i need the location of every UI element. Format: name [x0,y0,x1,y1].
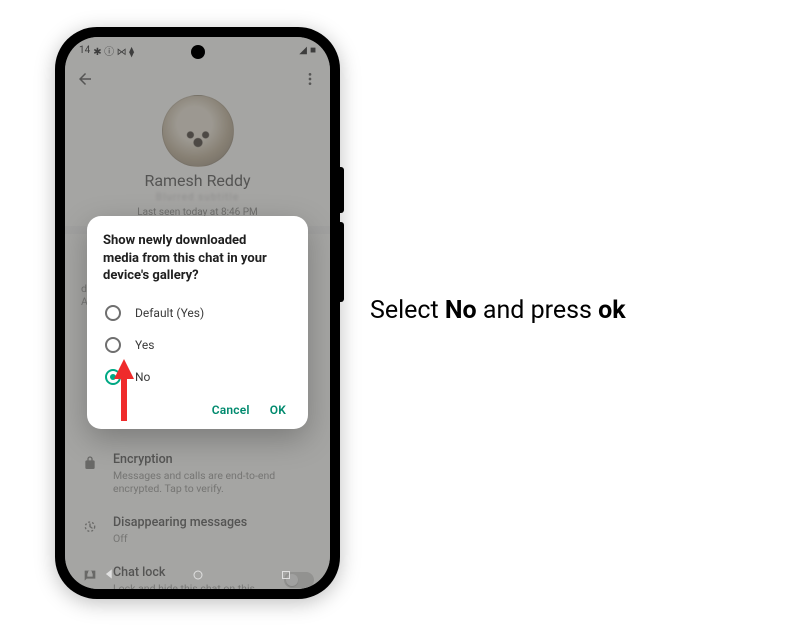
radio-option-no[interactable]: No [103,361,292,393]
more-vert-icon [302,71,318,87]
timer-icon [81,517,99,535]
status-notif-icons: ✱ ⓘ ⋈ ⧫ [93,43,134,58]
encryption-row[interactable]: Encryption Messages and calls are end-to… [81,442,314,505]
front-camera-icon [191,45,205,59]
radio-label: Default (Yes) [135,306,204,320]
dialog-title: Show newly downloaded media from this ch… [103,232,292,285]
media-visibility-dialog: Show newly downloaded media from this ch… [87,216,308,429]
disappearing-desc: Off [113,532,314,545]
ok-button[interactable]: OK [270,403,286,417]
radio-label: Yes [135,338,154,352]
contact-subtitle: Blurred subtitle [65,192,330,203]
instruction-bold: No [445,296,477,325]
battery-icon: ■ [310,45,316,56]
lock-icon [81,454,99,472]
status-time: 14 [79,45,90,56]
radio-label: No [135,370,150,384]
radio-icon [105,305,121,321]
contact-name: Ramesh Reddy [65,171,330,190]
back-button[interactable] [75,69,95,89]
back-icon [76,70,94,88]
instruction-bold: ok [598,296,625,325]
nav-recent-icon[interactable] [280,566,292,585]
instruction-part: Select [370,296,445,325]
disappearing-title: Disappearing messages [113,515,314,530]
phone-screen: 14 ✱ ⓘ ⋈ ⧫ ◢ ■ Ramesh Reddy [65,37,330,589]
radio-icon [105,337,121,353]
android-nav-bar [65,561,330,589]
nav-back-icon[interactable] [103,566,117,585]
encryption-desc: Messages and calls are end-to-end encryp… [113,469,314,495]
phone-side-button [340,222,344,302]
radio-option-yes[interactable]: Yes [103,329,292,361]
nav-home-icon[interactable] [192,566,204,585]
phone-side-button [340,167,344,213]
instruction-text: Select No and press ok [370,296,770,325]
phone-frame: 14 ✱ ⓘ ⋈ ⧫ ◢ ■ Ramesh Reddy [55,27,340,599]
cancel-button[interactable]: Cancel [212,403,250,417]
radio-icon [105,369,121,385]
disappearing-row[interactable]: Disappearing messages Off [81,505,314,555]
more-button[interactable] [300,69,320,89]
signal-icon: ◢ [299,45,307,56]
encryption-title: Encryption [113,452,314,467]
instruction-part: and press [477,296,598,325]
radio-option-default[interactable]: Default (Yes) [103,297,292,329]
avatar[interactable] [162,95,234,167]
